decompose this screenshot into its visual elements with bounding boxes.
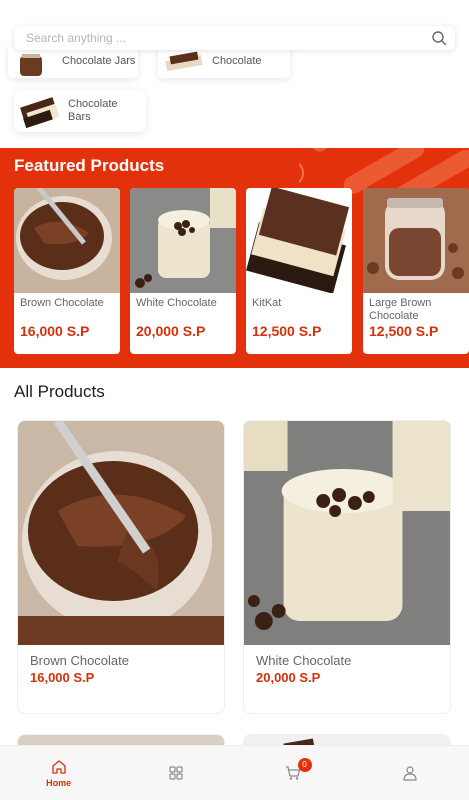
product-image [14, 188, 120, 293]
product-name: White Chocolate [136, 297, 217, 309]
category-section: Chocolate Jars Chocolate Chocolate Bars [0, 0, 469, 148]
nav-categories[interactable] [117, 746, 234, 800]
grid-icon [169, 766, 183, 780]
product-name: White Chocolate [256, 653, 352, 668]
search-input[interactable] [26, 31, 431, 45]
bottom-navigation: Home 0 [0, 745, 469, 800]
search-icon[interactable] [431, 30, 447, 46]
product-price: 16,000 S.P [20, 323, 90, 339]
product-image [130, 188, 236, 293]
product-name: Large Brown Chocolate [369, 297, 432, 322]
product-image [18, 421, 224, 645]
featured-product-card[interactable]: Brown Chocolate 16,000 S.P [14, 188, 120, 354]
product-image [244, 421, 450, 645]
nav-profile[interactable] [352, 746, 469, 800]
user-icon [403, 766, 417, 781]
search-bar[interactable] [14, 26, 455, 50]
category-label: Chocolate Jars [62, 54, 136, 67]
product-image [246, 188, 352, 293]
product-card[interactable]: Brown Chocolate 16,000 S.P [17, 420, 225, 714]
all-products-title: All Products [14, 382, 105, 401]
category-label: Chocolate Bars [68, 98, 118, 123]
nav-cart[interactable]: 0 [235, 746, 352, 800]
featured-section: Featured Products Brown Chocolate 16,000… [0, 148, 469, 368]
product-price: 16,000 S.P [30, 670, 95, 685]
featured-product-card[interactable]: KitKat 12,500 S.P [246, 188, 352, 354]
product-price: 20,000 S.P [136, 323, 206, 339]
product-card[interactable]: White Chocolate 20,000 S.P [243, 420, 451, 714]
featured-title: Featured Products [14, 156, 165, 175]
product-price: 20,000 S.P [256, 670, 321, 685]
category-label: Chocolate [212, 54, 262, 67]
home-icon [51, 759, 66, 774]
featured-product-card[interactable]: Large Brown Chocolate 12,500 S.P [363, 188, 469, 354]
product-price: 12,500 S.P [252, 323, 322, 339]
product-price: 12,500 S.P [369, 323, 439, 339]
product-name: Brown Chocolate [20, 297, 104, 309]
chocolate-bars-image [18, 94, 62, 129]
category-chocolate-bars[interactable]: Chocolate Bars [14, 90, 146, 132]
product-name: Brown Chocolate [30, 653, 129, 668]
cart-count-badge: 0 [297, 758, 312, 772]
product-image [363, 188, 469, 293]
featured-product-card[interactable]: White Chocolate 20,000 S.P [130, 188, 236, 354]
product-name: KitKat [252, 297, 282, 309]
nav-home-label: Home [46, 777, 72, 788]
nav-home[interactable]: Home [0, 746, 117, 800]
